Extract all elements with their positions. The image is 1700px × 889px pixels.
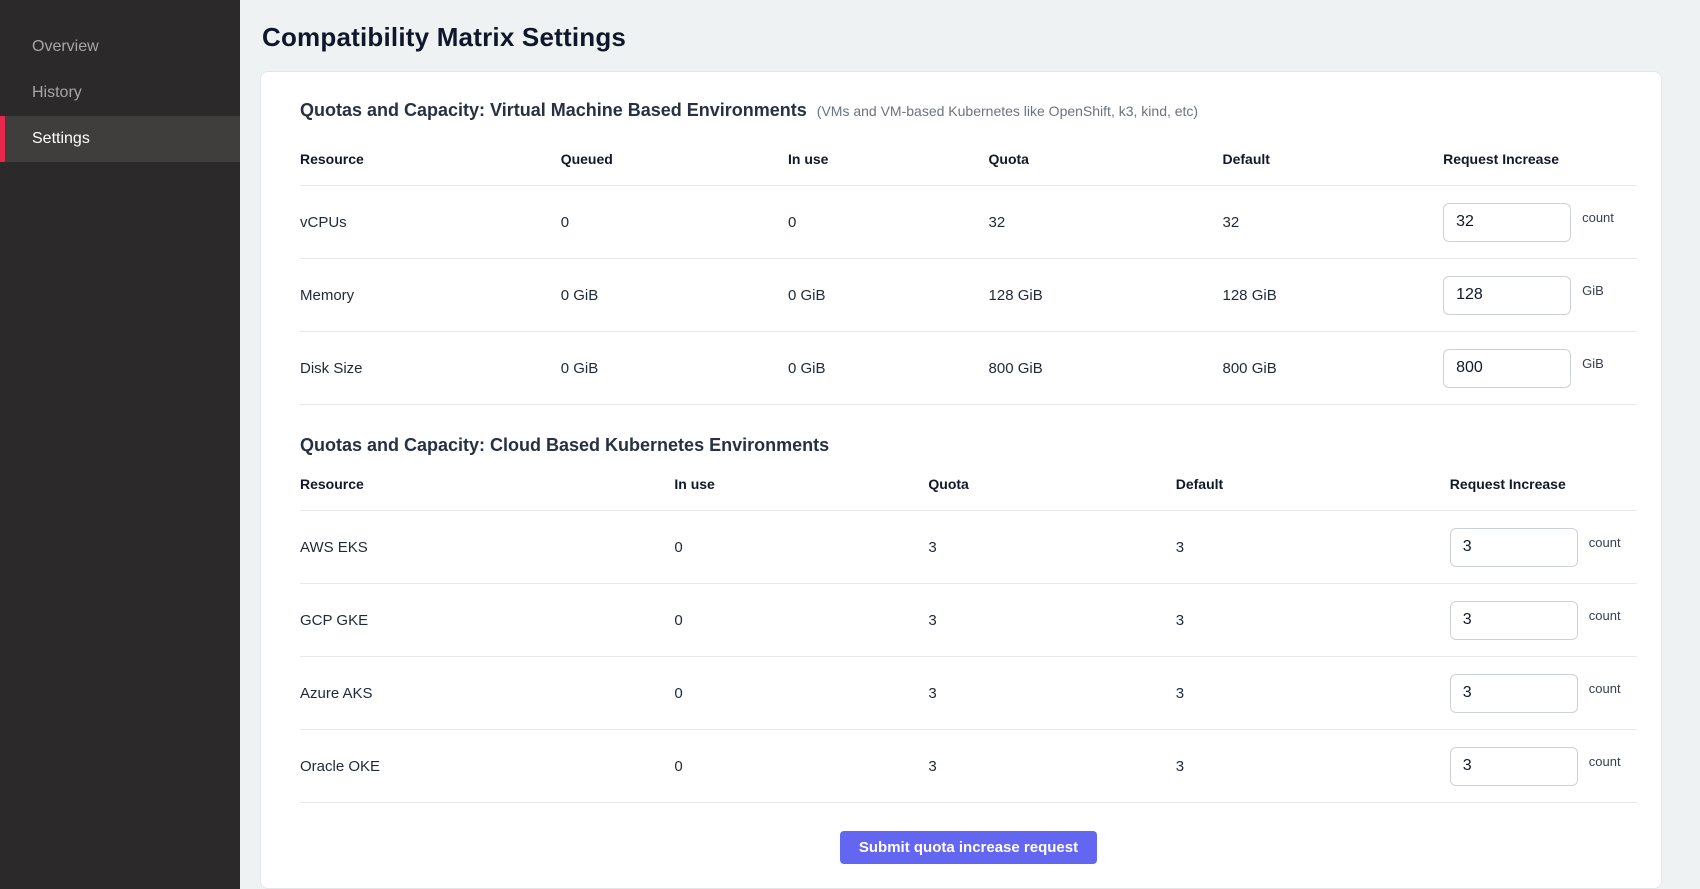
cloud-section-title: Quotas and Capacity: Cloud Based Kuberne… — [300, 435, 829, 456]
vm-quota-section: Quotas and Capacity: Virtual Machine Bas… — [300, 100, 1637, 405]
resource-name: AWS EKS — [300, 539, 674, 556]
unit-label: count — [1589, 681, 1621, 696]
table-row-disk-size: Disk Size 0 GiB 0 GiB 800 GiB 800 GiB Gi… — [300, 331, 1637, 404]
queued-value: 0 GiB — [561, 287, 788, 304]
main-content: Compatibility Matrix Settings Quotas and… — [240, 0, 1700, 889]
in-use-value: 0 — [674, 758, 928, 775]
vm-quota-table: Resource Queued In use Quota Default Req… — [300, 151, 1637, 405]
request-increase-input[interactable] — [1443, 276, 1571, 315]
sidebar-item-overview[interactable]: Overview — [0, 24, 240, 70]
col-quota: Quota — [989, 151, 1223, 167]
col-request-increase: Request Increase — [1450, 476, 1637, 492]
unit-label: count — [1589, 535, 1621, 550]
resource-name: GCP GKE — [300, 612, 674, 629]
quota-value: 800 GiB — [989, 360, 1223, 377]
default-value: 3 — [1176, 612, 1450, 629]
resource-name: Oracle OKE — [300, 758, 674, 775]
unit-label: count — [1589, 754, 1621, 769]
table-row-aws-eks: AWS EKS 0 3 3 count — [300, 510, 1637, 583]
quota-settings-card: Quotas and Capacity: Virtual Machine Bas… — [260, 71, 1662, 889]
request-increase-cell: count — [1443, 203, 1637, 242]
unit-label: count — [1589, 608, 1621, 623]
quota-value: 32 — [989, 214, 1223, 231]
queued-value: 0 GiB — [561, 360, 788, 377]
unit-label: GiB — [1582, 283, 1604, 298]
col-queued: Queued — [561, 151, 788, 167]
default-value: 800 GiB — [1223, 360, 1444, 377]
in-use-value: 0 GiB — [788, 360, 989, 377]
app-root: Overview History Settings Compatibility … — [0, 0, 1700, 889]
request-increase-input[interactable] — [1450, 528, 1578, 567]
sidebar-item-settings[interactable]: Settings — [0, 116, 240, 162]
in-use-value: 0 — [674, 685, 928, 702]
vm-section-subtitle: (VMs and VM-based Kubernetes like OpenSh… — [817, 103, 1198, 119]
sidebar-item-history[interactable]: History — [0, 70, 240, 116]
queued-value: 0 — [561, 214, 788, 231]
submit-quota-increase-button[interactable]: Submit quota increase request — [840, 831, 1097, 864]
col-default: Default — [1176, 476, 1450, 492]
default-value: 128 GiB — [1223, 287, 1444, 304]
cloud-quota-section: Quotas and Capacity: Cloud Based Kuberne… — [300, 435, 1637, 803]
cloud-quota-table: Resource In use Quota Default Request In… — [300, 476, 1637, 803]
vm-table-header: Resource Queued In use Quota Default Req… — [300, 151, 1637, 185]
request-increase-input[interactable] — [1450, 747, 1578, 786]
table-row-azure-aks: Azure AKS 0 3 3 count — [300, 656, 1637, 729]
request-increase-cell: count — [1450, 747, 1637, 786]
in-use-value: 0 — [674, 612, 928, 629]
resource-name: vCPUs — [300, 214, 561, 231]
vm-section-header: Quotas and Capacity: Virtual Machine Bas… — [300, 100, 1637, 121]
default-value: 3 — [1176, 539, 1450, 556]
cloud-section-header: Quotas and Capacity: Cloud Based Kuberne… — [300, 435, 1637, 456]
table-row-vcpus: vCPUs 0 0 32 32 count — [300, 185, 1637, 258]
sidebar-item-label: Settings — [32, 130, 90, 148]
sidebar: Overview History Settings — [0, 0, 240, 889]
quota-value: 3 — [928, 539, 1175, 556]
request-increase-cell: GiB — [1443, 349, 1637, 388]
sidebar-item-label: History — [32, 84, 82, 102]
vm-section-title: Quotas and Capacity: Virtual Machine Bas… — [300, 100, 807, 121]
request-increase-cell: count — [1450, 674, 1637, 713]
cloud-table-header: Resource In use Quota Default Request In… — [300, 476, 1637, 510]
unit-label: count — [1582, 210, 1614, 225]
quota-value: 128 GiB — [989, 287, 1223, 304]
submit-row: Submit quota increase request — [300, 831, 1637, 864]
default-value: 3 — [1176, 685, 1450, 702]
request-increase-input[interactable] — [1450, 601, 1578, 640]
table-row-memory: Memory 0 GiB 0 GiB 128 GiB 128 GiB GiB — [300, 258, 1637, 331]
default-value: 32 — [1223, 214, 1444, 231]
in-use-value: 0 — [788, 214, 989, 231]
col-in-use: In use — [674, 476, 928, 492]
resource-name: Memory — [300, 287, 561, 304]
resource-name: Azure AKS — [300, 685, 674, 702]
sidebar-item-label: Overview — [32, 38, 99, 56]
table-row-gcp-gke: GCP GKE 0 3 3 count — [300, 583, 1637, 656]
page-title: Compatibility Matrix Settings — [262, 22, 1662, 53]
col-default: Default — [1223, 151, 1444, 167]
table-row-oracle-oke: Oracle OKE 0 3 3 count — [300, 729, 1637, 802]
request-increase-cell: GiB — [1443, 276, 1637, 315]
resource-name: Disk Size — [300, 360, 561, 377]
col-resource: Resource — [300, 476, 674, 492]
in-use-value: 0 — [674, 539, 928, 556]
request-increase-input[interactable] — [1443, 349, 1571, 388]
in-use-value: 0 GiB — [788, 287, 989, 304]
request-increase-cell: count — [1450, 601, 1637, 640]
quota-value: 3 — [928, 685, 1175, 702]
request-increase-input[interactable] — [1450, 674, 1578, 713]
request-increase-cell: count — [1450, 528, 1637, 567]
col-quota: Quota — [928, 476, 1175, 492]
col-in-use: In use — [788, 151, 989, 167]
col-request-increase: Request Increase — [1443, 151, 1637, 167]
col-resource: Resource — [300, 151, 561, 167]
quota-value: 3 — [928, 758, 1175, 775]
request-increase-input[interactable] — [1443, 203, 1571, 242]
quota-value: 3 — [928, 612, 1175, 629]
default-value: 3 — [1176, 758, 1450, 775]
unit-label: GiB — [1582, 356, 1604, 371]
